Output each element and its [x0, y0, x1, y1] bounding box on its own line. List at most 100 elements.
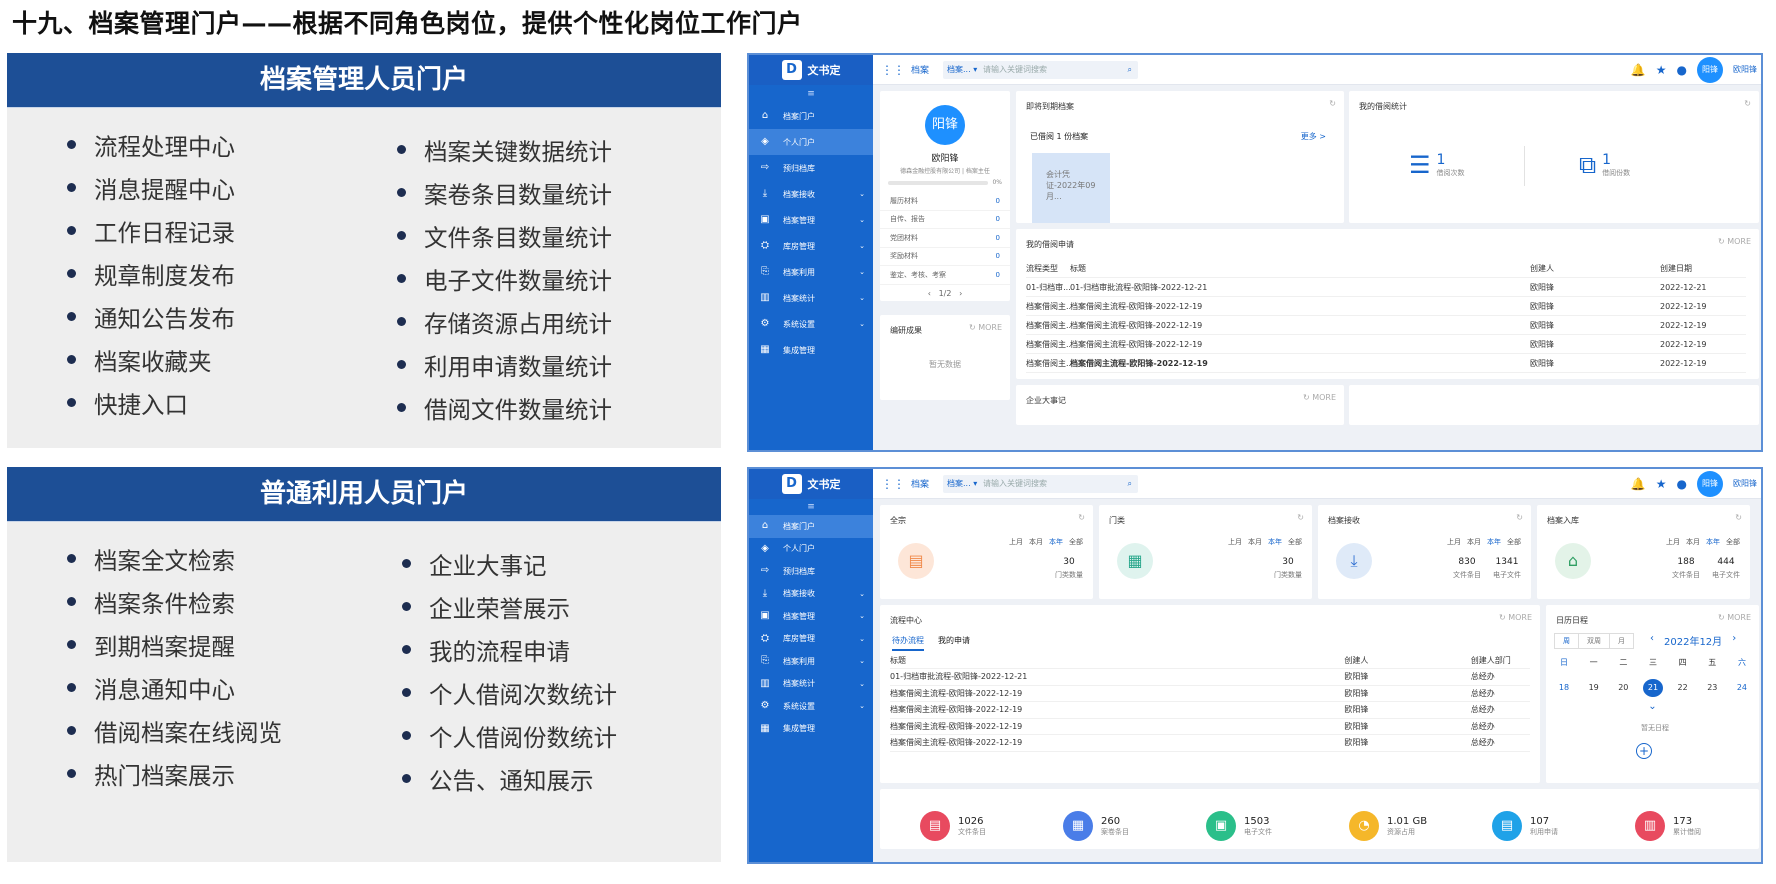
avatar[interactable]: 阳锋 — [1697, 470, 1723, 497]
refresh-more[interactable]: ↻ MORE — [1718, 237, 1751, 246]
sidebar-item[interactable]: ⇨ 预归档库 — [749, 155, 873, 181]
refresh-icon[interactable]: ↻ — [1329, 99, 1336, 108]
sidebar-item[interactable]: ▥ 档案统计 ⌄ — [749, 285, 873, 311]
table-row[interactable]: 档案借阅主流程-欧阳锋-2022-12-19 欧阳锋 总经办 — [890, 686, 1530, 702]
user-name[interactable]: 欧阳锋 — [1733, 478, 1757, 489]
tab-todo[interactable]: 待办流程 — [892, 635, 924, 651]
period-tab[interactable]: 全部 — [1288, 537, 1302, 547]
next-month-icon[interactable]: › — [1732, 633, 1736, 648]
sidebar-item[interactable]: ⌂ 档案门户 — [749, 103, 873, 129]
material-row[interactable]: 奖励材料 0 — [880, 248, 1010, 266]
table-row[interactable]: 档案借阅主流程-欧阳锋-2022-12-19 欧阳锋 总经办 — [890, 702, 1530, 719]
sidebar-item[interactable]: ◈ 个人门户 — [749, 129, 873, 155]
app-logo[interactable]: D 文书定 — [749, 55, 873, 85]
sidebar-item[interactable]: ▦ 集成管理 — [749, 718, 873, 741]
table-row[interactable]: 01-归档审批流程-欧阳锋-2022-12-21 欧阳锋 总经办 — [890, 669, 1530, 686]
table-row[interactable]: 档案借阅主流程-欧阳锋-2022-12-19 欧阳锋 总经办 — [890, 735, 1530, 752]
period-tab[interactable]: 上月 — [1666, 537, 1680, 547]
calendar-day[interactable]: 18 — [1554, 679, 1574, 697]
sidebar-item[interactable]: ⤓ 档案接收 ⌄ — [749, 583, 873, 606]
period-tab[interactable]: 上月 — [1009, 537, 1023, 547]
pager[interactable]: ‹ 1/2 › — [880, 289, 1010, 298]
calendar-day[interactable]: 19 — [1584, 679, 1604, 697]
star-icon[interactable]: ★ — [1656, 63, 1667, 77]
sidebar-item[interactable]: ▥ 档案统计 ⌄ — [749, 673, 873, 696]
star-icon[interactable]: ★ — [1656, 477, 1667, 491]
sidebar-item[interactable]: ⚙ 系统设置 ⌄ — [749, 695, 873, 718]
sidebar-item[interactable]: ▦ 集成管理 — [749, 337, 873, 363]
more-link[interactable]: 更多 > — [1301, 131, 1326, 142]
table-row[interactable]: 档案借阅主... 档案借阅主流程-欧阳锋-2022-12-19 欧阳锋 2022-12… — [1026, 297, 1746, 316]
sidebar-item[interactable]: ⌂ 档案门户 — [749, 515, 873, 538]
period-tab[interactable]: 本月 — [1686, 537, 1700, 547]
expand-icon[interactable]: ⌄ — [1546, 701, 1759, 712]
period-tab[interactable]: 全部 — [1726, 537, 1740, 547]
user-name[interactable]: 欧阳锋 — [1733, 64, 1757, 75]
search-box[interactable]: 档案... ▾ 请输入关键词搜索 ⌕ — [943, 60, 1139, 79]
sidebar-item[interactable]: ◈ 个人门户 — [749, 538, 873, 561]
sidebar-item[interactable]: ⇨ 预归档库 — [749, 560, 873, 583]
table-row[interactable]: 档案借阅主... 档案借阅主流程-欧阳锋-2022-12-19 欧阳锋 2022-12… — [1026, 316, 1746, 335]
table-row[interactable]: 档案借阅主... 档案借阅主流程-欧阳锋-2022-12-19 欧阳锋 2022-12… — [1026, 335, 1746, 354]
sidebar-item[interactable]: ⚙ 系统设置 ⌄ — [749, 311, 873, 337]
period-tab[interactable]: 全部 — [1507, 537, 1521, 547]
sidebar-item[interactable]: ⛭ 库房管理 ⌄ — [749, 233, 873, 259]
period-tab[interactable]: 本月 — [1248, 537, 1262, 547]
material-row[interactable]: 党团材料 0 — [880, 229, 1010, 248]
search-box[interactable]: 档案... ▾ 请输入关键词搜索 ⌕ — [943, 474, 1139, 493]
period-tab[interactable]: 本年 — [1706, 537, 1720, 547]
chat-icon[interactable]: ● — [1677, 477, 1687, 491]
period-tab[interactable]: 上月 — [1447, 537, 1461, 547]
refresh-more[interactable]: ↻ MORE — [1499, 613, 1532, 622]
search-icon[interactable]: ⌕ — [1128, 479, 1132, 489]
cal-month[interactable]: 月 — [1610, 634, 1633, 648]
calendar-day[interactable]: 21 — [1642, 679, 1663, 697]
search-scope-select[interactable]: 档案... ▾ — [943, 64, 983, 75]
bell-icon[interactable]: 🔔 — [1631, 477, 1646, 491]
refresh-icon[interactable]: ↻ — [1735, 513, 1742, 522]
sidebar-item[interactable]: ⛭ 库房管理 ⌄ — [749, 628, 873, 651]
sidebar-item[interactable]: ⎘ 档案利用 ⌄ — [749, 650, 873, 673]
table-row[interactable]: 档案借阅主流程-欧阳锋-2022-12-19 欧阳锋 总经办 — [890, 719, 1530, 735]
add-schedule-button[interactable]: + — [1636, 743, 1652, 759]
sidebar-item[interactable]: ▣ 档案管理 ⌄ — [749, 207, 873, 233]
menu-toggle-icon[interactable]: ≡ — [749, 499, 873, 515]
period-tab[interactable]: 本月 — [1467, 537, 1481, 547]
calendar-day[interactable]: 23 — [1702, 679, 1722, 697]
avatar[interactable]: 阳锋 — [1697, 56, 1723, 83]
material-row[interactable]: 鉴定、考核、考察 0 — [880, 266, 1010, 285]
tab-my-apply[interactable]: 我的申请 — [938, 635, 970, 651]
apps-grid-icon[interactable]: ⋮⋮ — [881, 63, 905, 77]
refresh-icon[interactable]: ↻ — [1516, 513, 1523, 522]
refresh-icon[interactable]: ↻ — [1744, 99, 1751, 108]
refresh-icon[interactable]: ↻ — [1297, 513, 1304, 522]
search-input[interactable]: 请输入关键词搜索 — [983, 478, 1047, 489]
period-tab[interactable]: 上月 — [1228, 537, 1242, 547]
cal-week[interactable]: 周 — [1555, 634, 1579, 648]
bell-icon[interactable]: 🔔 — [1631, 63, 1646, 77]
period-tab[interactable]: 全部 — [1069, 537, 1083, 547]
material-row[interactable]: 自传、报告 0 — [880, 211, 1010, 229]
refresh-more[interactable]: ↻ MORE — [969, 323, 1002, 332]
chat-icon[interactable]: ● — [1677, 63, 1687, 77]
sidebar-item[interactable]: ⤓ 档案接收 ⌄ — [749, 181, 873, 207]
calendar-day[interactable]: 22 — [1673, 679, 1693, 697]
search-input[interactable]: 请输入关键词搜索 — [983, 64, 1047, 75]
refresh-more[interactable]: ↻ MORE — [1718, 613, 1751, 622]
menu-toggle-icon[interactable]: ≡ — [749, 85, 873, 103]
period-tab[interactable]: 本年 — [1049, 537, 1063, 547]
calendar-day[interactable]: 20 — [1613, 679, 1633, 697]
period-tab[interactable]: 本年 — [1268, 537, 1282, 547]
expire-doc-card[interactable]: 会计凭证-2022年09月... — [1032, 153, 1110, 223]
cal-biweek[interactable]: 双周 — [1579, 634, 1610, 648]
sidebar-item[interactable]: ▣ 档案管理 ⌄ — [749, 605, 873, 628]
period-tab[interactable]: 本月 — [1029, 537, 1043, 547]
app-logo[interactable]: D 文书定 — [749, 469, 873, 499]
refresh-icon[interactable]: ↻ — [1078, 513, 1085, 522]
search-icon[interactable]: ⌕ — [1128, 65, 1132, 75]
apps-grid-icon[interactable]: ⋮⋮ — [881, 477, 905, 491]
prev-month-icon[interactable]: ‹ — [1650, 633, 1654, 648]
refresh-more[interactable]: ↻ MORE — [1303, 393, 1336, 402]
sidebar-item[interactable]: ⎘ 档案利用 ⌄ — [749, 259, 873, 285]
calendar-day[interactable]: 24 — [1732, 679, 1752, 697]
